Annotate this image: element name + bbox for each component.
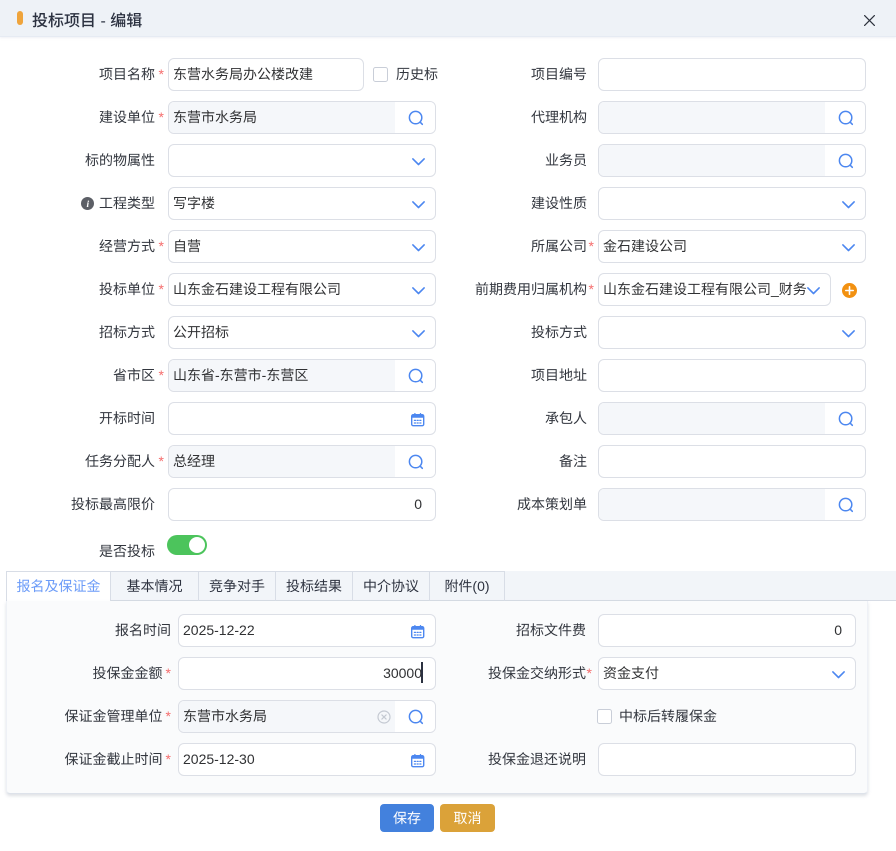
svg-text:i: i	[86, 200, 89, 210]
